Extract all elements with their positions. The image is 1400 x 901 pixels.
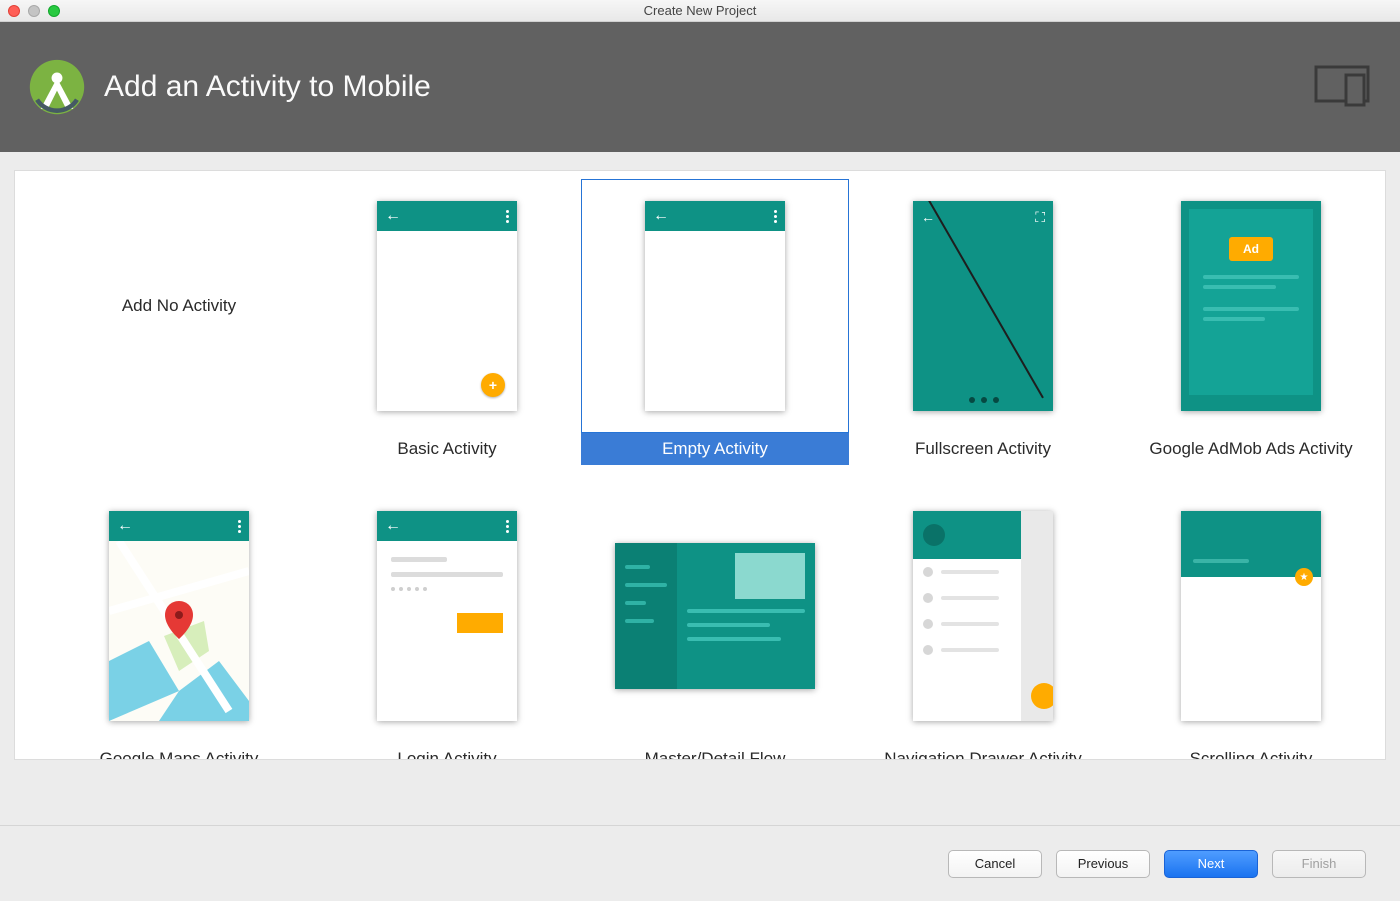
template-basic[interactable]: ← +Basic Activity (313, 179, 581, 465)
template-preview: ← + (313, 179, 581, 433)
template-preview: ★ (1117, 489, 1385, 743)
template-preview (581, 489, 849, 743)
activity-template-gallery: Add No Activity ← +Basic Activity ← Empt… (14, 170, 1386, 760)
template-label: Navigation Drawer Activity (849, 743, 1117, 760)
maximize-window-button[interactable] (48, 5, 60, 17)
template-label: Master/Detail Flow (581, 743, 849, 760)
template-label: Basic Activity (313, 433, 581, 465)
overflow-menu-icon (238, 520, 241, 533)
template-label: Scrolling Activity (1117, 743, 1385, 760)
back-arrow-icon: ← (653, 208, 669, 224)
overflow-menu-icon (774, 210, 777, 223)
template-none[interactable]: Add No Activity (45, 179, 313, 465)
gallery-container: Add No Activity ← +Basic Activity ← Empt… (0, 152, 1400, 778)
fab-icon (1031, 683, 1053, 709)
device-frames-icon (1314, 65, 1370, 109)
template-login[interactable]: ← Login Activity (313, 489, 581, 760)
fab-icon: + (481, 373, 505, 397)
template-label: Add No Activity (46, 296, 312, 316)
template-admob[interactable]: Ad Google AdMob Ads Activity (1117, 179, 1385, 465)
android-studio-logo-icon (28, 58, 86, 116)
template-scrolling[interactable]: ★ Scrolling Activity (1117, 489, 1385, 760)
template-maps[interactable]: ← Google Maps Activity (45, 489, 313, 760)
ad-chip: Ad (1229, 237, 1273, 261)
template-masterdetail[interactable]: Master/Detail Flow (581, 489, 849, 760)
back-arrow-icon: ← (921, 209, 935, 225)
close-window-button[interactable] (8, 5, 20, 17)
traffic-lights (0, 5, 60, 17)
window-title: Create New Project (0, 3, 1400, 18)
next-button[interactable]: Next (1164, 850, 1258, 878)
back-arrow-icon: ← (385, 208, 401, 224)
template-label: Login Activity (313, 743, 581, 760)
wizard-header: Add an Activity to Mobile (0, 22, 1400, 152)
window-titlebar: Create New Project (0, 0, 1400, 22)
template-preview: ← (313, 489, 581, 743)
template-preview (849, 489, 1117, 743)
star-icon: ★ (1295, 568, 1313, 586)
previous-button[interactable]: Previous (1056, 850, 1150, 878)
template-label: Google AdMob Ads Activity (1117, 433, 1385, 465)
back-arrow-icon: ← (385, 518, 401, 534)
template-preview: Add No Activity (45, 179, 313, 433)
template-preview: ← (581, 179, 849, 433)
overflow-menu-icon (506, 210, 509, 223)
template-preview: Ad (1117, 179, 1385, 433)
overflow-menu-icon (506, 520, 509, 533)
wizard-title: Add an Activity to Mobile (104, 70, 431, 104)
minimize-window-button[interactable] (28, 5, 40, 17)
template-preview: ← (45, 489, 313, 743)
finish-button[interactable]: Finish (1272, 850, 1366, 878)
back-arrow-icon: ← (117, 518, 133, 534)
fullscreen-icon: ⛶ (1035, 209, 1045, 226)
template-label: Google Maps Activity (45, 743, 313, 760)
template-fullscreen[interactable]: ← ⛶ Fullscreen Activity (849, 179, 1117, 465)
template-label: Empty Activity (581, 433, 849, 465)
template-label: Fullscreen Activity (849, 433, 1117, 465)
template-preview: ← ⛶ (849, 179, 1117, 433)
template-empty[interactable]: ← Empty Activity (581, 179, 849, 465)
cancel-button[interactable]: Cancel (948, 850, 1042, 878)
template-navdrawer[interactable]: Navigation Drawer Activity (849, 489, 1117, 760)
wizard-footer: Cancel Previous Next Finish (0, 825, 1400, 901)
